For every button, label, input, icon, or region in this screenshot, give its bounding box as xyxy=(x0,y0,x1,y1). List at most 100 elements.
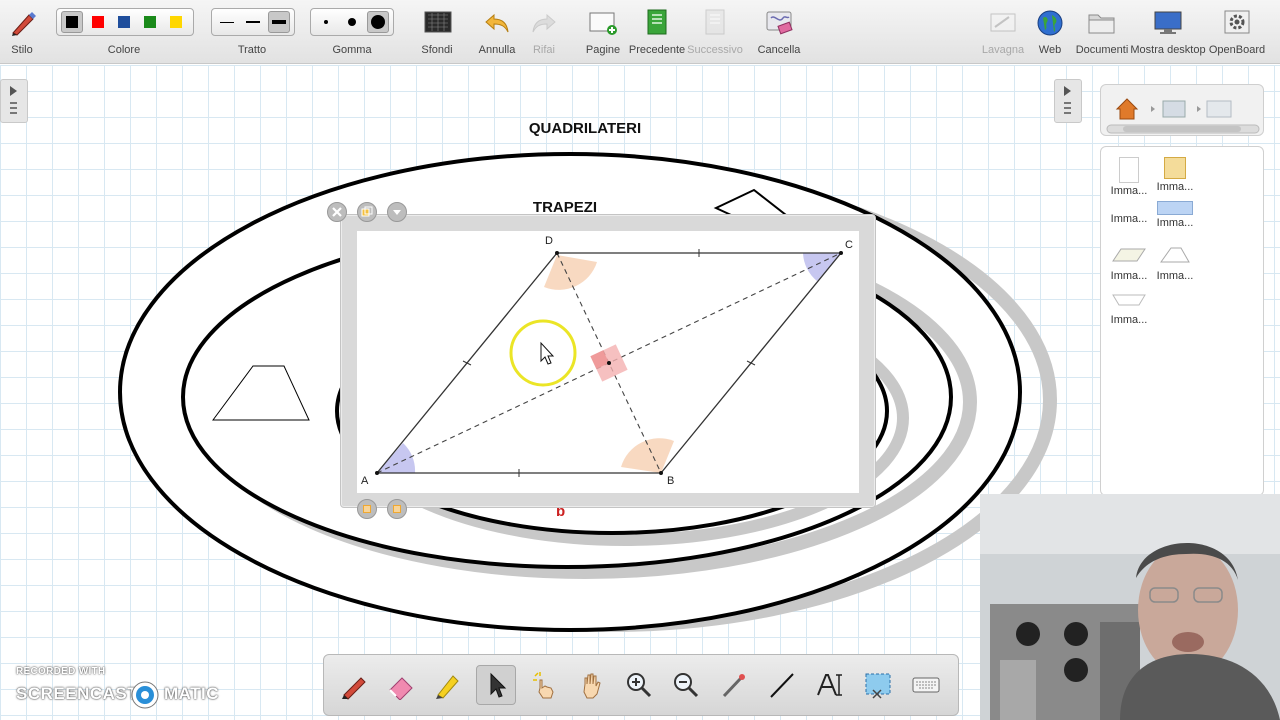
zoom-out-button[interactable] xyxy=(666,665,706,705)
vertex-d xyxy=(555,251,559,255)
sfondi-label: Sfondi xyxy=(421,44,453,56)
laser-pointer-button[interactable] xyxy=(714,665,754,705)
previous-page-icon[interactable] xyxy=(642,8,672,38)
show-desktop-icon[interactable] xyxy=(1153,8,1183,38)
cancella-label: Cancella xyxy=(757,44,801,56)
text-tool-button[interactable] xyxy=(810,665,850,705)
library-item-label: Imma... xyxy=(1156,181,1194,193)
vertex-a-label: A xyxy=(361,475,369,487)
eraser-small-option[interactable] xyxy=(315,11,337,33)
eraser-size-group xyxy=(310,8,394,36)
quadrilateri-title: QUADRILATERI xyxy=(528,120,642,137)
pagine-label: Pagine xyxy=(585,44,621,56)
successivo-label: Successivo xyxy=(687,44,743,56)
next-page-icon[interactable] xyxy=(700,8,730,38)
arrow-pointer-icon xyxy=(490,672,507,698)
keyboard-icon xyxy=(912,677,940,693)
geometry-canvas[interactable]: A B C D xyxy=(357,231,859,493)
colore-label: Colore xyxy=(107,44,141,56)
annulla-label: Annulla xyxy=(478,44,516,56)
pages-icon[interactable] xyxy=(588,8,618,38)
mouse-cursor-icon xyxy=(540,341,555,365)
left-panel-toggle[interactable] xyxy=(0,79,28,123)
laser-pointer-icon xyxy=(722,674,745,698)
library-item-label: Imma... xyxy=(1110,213,1148,225)
library-item[interactable]: Imma... xyxy=(1107,201,1151,225)
vertex-c xyxy=(839,251,843,255)
library-navigation xyxy=(1100,84,1264,136)
rhombus-diagram xyxy=(375,249,843,477)
documenti-label: Documenti xyxy=(1075,44,1129,56)
settings-gear-icon[interactable] xyxy=(1222,8,1252,38)
zoom-in-button[interactable] xyxy=(619,665,659,705)
color-green-swatch[interactable] xyxy=(139,11,161,33)
library-panel: Imma... Imma... Imma... Imma... Imma... … xyxy=(1100,146,1264,496)
tratto-label: Tratto xyxy=(237,44,267,56)
keyboard-button[interactable] xyxy=(906,665,946,705)
undo-icon[interactable] xyxy=(482,8,512,38)
tools-dock xyxy=(323,654,959,716)
clear-page-icon[interactable] xyxy=(764,8,794,38)
geometry-widget-window[interactable]: A B C D xyxy=(340,214,876,508)
library-item[interactable]: Imma... xyxy=(1153,245,1197,282)
color-palette xyxy=(56,8,194,36)
close-icon xyxy=(332,207,342,217)
pen-tool-button[interactable] xyxy=(334,665,374,705)
mostra-desktop-label: Mostra desktop xyxy=(1130,44,1206,56)
highlighter-icon xyxy=(436,675,459,699)
interact-tool-button[interactable] xyxy=(524,665,564,705)
close-widget-button[interactable] xyxy=(327,202,347,222)
library-item[interactable]: Imma... xyxy=(1107,245,1151,282)
eraser-large-option[interactable] xyxy=(367,11,389,33)
line-tool-button[interactable] xyxy=(762,665,802,705)
recorded-with-text: RECORDED WITH xyxy=(16,666,106,677)
redo-icon[interactable] xyxy=(529,8,559,38)
library-item[interactable]: Imma... xyxy=(1153,201,1197,229)
select-tool-button[interactable] xyxy=(476,665,516,705)
color-blue-swatch[interactable] xyxy=(113,11,135,33)
eraser-medium-option[interactable] xyxy=(341,11,363,33)
duplicate-widget-button[interactable] xyxy=(357,202,377,222)
library-item-label: Imma... xyxy=(1110,185,1148,197)
vertex-b-label: B xyxy=(667,475,675,487)
stroke-medium-option[interactable] xyxy=(242,11,264,33)
text-icon xyxy=(817,674,842,696)
board-icon[interactable] xyxy=(988,8,1018,38)
webcam-overlay xyxy=(980,494,1280,720)
pen-style-icon[interactable] xyxy=(8,8,38,38)
screencast-text: SCREENCAST xyxy=(16,684,139,703)
matic-text: MATIC xyxy=(164,684,220,703)
documents-folder-icon[interactable] xyxy=(1087,8,1117,38)
stroke-thin-option[interactable] xyxy=(216,11,238,33)
line-icon xyxy=(770,673,794,698)
web-globe-icon[interactable] xyxy=(1035,8,1065,38)
highlighter-tool-button[interactable] xyxy=(428,665,468,705)
library-item[interactable]: Imma... xyxy=(1153,157,1197,193)
stilo-label: Stilo xyxy=(11,44,33,56)
folder-icon xyxy=(1162,100,1186,118)
backgrounds-icon[interactable] xyxy=(423,8,453,38)
right-panel-toggle[interactable] xyxy=(1054,79,1082,123)
hand-icon xyxy=(583,673,601,699)
stroke-width-group xyxy=(211,8,295,36)
list-icon xyxy=(393,505,401,513)
color-black-swatch[interactable] xyxy=(61,11,83,33)
color-red-swatch[interactable] xyxy=(87,11,109,33)
widget-layer-button[interactable] xyxy=(357,499,377,519)
hand-tool-button[interactable] xyxy=(571,665,611,705)
home-icon xyxy=(1115,98,1139,120)
widget-options-button[interactable] xyxy=(387,499,407,519)
eraser-icon xyxy=(389,677,413,700)
library-item[interactable]: Imma... xyxy=(1107,157,1151,197)
lavagna-label: Lavagna xyxy=(981,44,1025,56)
angle-d-arc xyxy=(544,255,597,290)
color-yellow-swatch[interactable] xyxy=(165,11,187,33)
capture-tool-button[interactable] xyxy=(858,665,898,705)
widget-menu-button[interactable] xyxy=(387,202,407,222)
chevron-down-icon xyxy=(393,210,401,215)
gomma-label: Gomma xyxy=(332,44,372,56)
layers-icon xyxy=(363,505,371,513)
library-item[interactable]: Imma... xyxy=(1107,289,1151,326)
stroke-thick-option[interactable] xyxy=(268,11,290,33)
eraser-tool-button[interactable] xyxy=(381,665,421,705)
